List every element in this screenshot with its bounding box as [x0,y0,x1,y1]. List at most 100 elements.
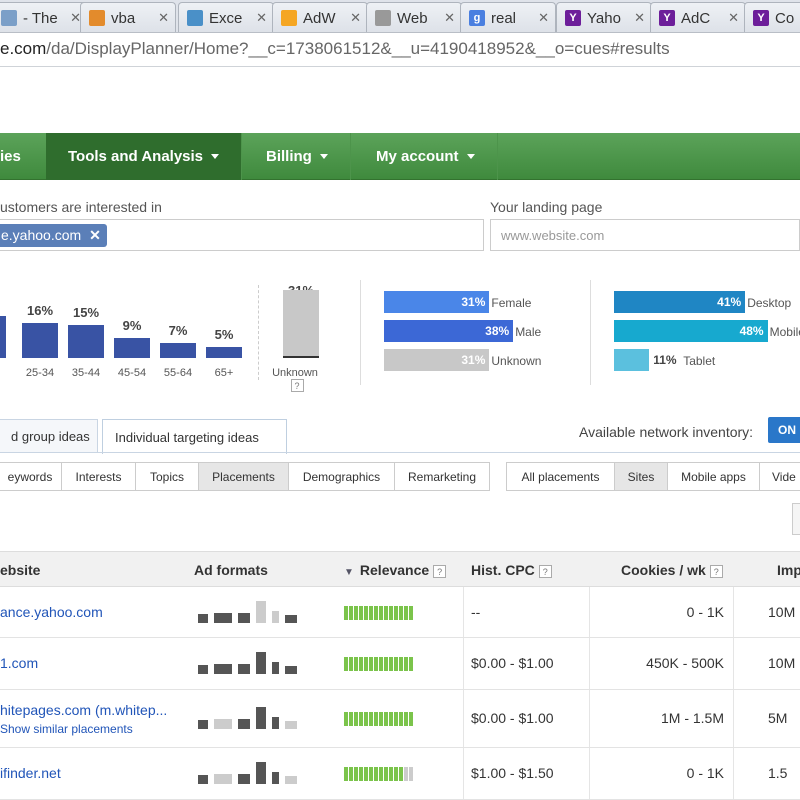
close-icon[interactable]: ✕ [444,10,455,26]
col-hist-cpc[interactable]: Hist. CPC? [471,562,552,578]
seg-label: eywords [7,469,53,484]
stack-icon [89,10,105,26]
page-icon [375,10,391,26]
relevance-segment [384,712,388,726]
nav-item-billing[interactable]: Billing [244,133,351,180]
url-text[interactable]: e.com/da/DisplayPlanner/Home?__c=1738061… [0,39,670,59]
nav-item-campaigns[interactable]: ies [0,133,50,180]
divider [360,280,361,385]
browser-tab[interactable]: vba ✕ [80,2,176,32]
table-row: 1.com $0.00 - $1.00 450K - 500K 10M [0,638,800,690]
seg-demographics[interactable]: Demographics [288,462,395,491]
mobile-icon [272,610,279,623]
browser-tab[interactable]: AdW ✕ [272,2,368,32]
browser-tab-label: Co [775,9,795,27]
browser-tab[interactable]: Exce ✕ [178,2,274,32]
col-cookies[interactable]: Cookies / wk? [621,562,723,578]
close-icon[interactable]: ✕ [728,10,739,26]
relevance-segment [369,657,373,671]
col-relevance[interactable]: ▼ Relevance? [344,562,447,578]
seg-all-placements[interactable]: All placements [506,462,615,491]
inventory-toggle[interactable]: ON [768,417,800,443]
seg-label: Topics [149,469,184,484]
col-label: Relevance [359,562,430,578]
caret-down-icon [211,154,220,159]
age-label: 24 [0,367,13,379]
relevance-segment [409,657,413,671]
seg-label: Placements [212,469,275,484]
device-percent: 48% [739,324,764,338]
nav-item-tools[interactable]: Tools and Analysis [46,133,243,180]
seg-mobile-apps[interactable]: Mobile apps [667,462,760,491]
seg-topics[interactable]: Topics [135,462,199,491]
landing-page-label: Your landing page [490,199,603,215]
relevance-segment [409,767,413,781]
age-percent: % [0,296,13,311]
tab-ad-group-ideas[interactable]: d group ideas [0,419,98,453]
col-website[interactable]: ebsite [0,562,40,578]
image-ad-icon [214,664,232,674]
close-icon[interactable]: ✕ [350,10,361,26]
seg-sites[interactable]: Sites [614,462,668,491]
relevance-segment [379,605,383,620]
help-icon[interactable]: ? [709,564,723,578]
help-icon[interactable]: ? [538,564,552,578]
image-ad-icon [214,774,232,784]
close-icon[interactable]: ✕ [89,227,101,243]
placement-link[interactable]: 1.com [0,655,38,671]
tab-underline [0,452,800,453]
col-impressions[interactable]: Imp [777,562,800,578]
image-ad-icon [238,664,250,674]
tab-individual-targeting-ideas[interactable]: Individual targeting ideas [102,419,287,454]
hist-cpc: -- [471,603,481,620]
address-bar[interactable]: e.com/da/DisplayPlanner/Home?__c=1738061… [0,33,800,67]
yahoo-icon: Y [565,10,581,26]
show-similar-link[interactable]: Show similar placements [0,722,133,736]
close-icon[interactable]: ✕ [538,10,549,26]
add-button[interactable] [792,503,800,535]
help-icon[interactable]: ? [433,564,447,578]
cookies-per-week: 0 - 1K [686,603,724,620]
relevance-segment [354,605,358,620]
close-icon[interactable]: ✕ [256,10,267,26]
gender-bar: 31% [384,349,490,371]
browser-tab[interactable]: Y AdC ✕ [650,2,746,32]
browser-tab[interactable]: - The ✕ [0,2,88,32]
seg-label: Interests [75,469,122,484]
age-bar [206,347,242,358]
placement-link[interactable]: ifinder.net [0,765,61,781]
col-ad-formats[interactable]: Ad formats [194,562,268,578]
relevance-segment [344,712,348,726]
seg-remarketing[interactable]: Remarketing [394,462,490,491]
tab-label: d group ideas [11,429,90,444]
relevance-segment [349,657,353,671]
seg-placements[interactable]: Placements [198,462,289,491]
close-icon[interactable]: ✕ [634,10,645,26]
seg-label: Demographics [302,469,381,484]
browser-tab[interactable]: Web ✕ [366,2,462,32]
relevance-segment [404,712,408,726]
placement-link[interactable]: hitepages.com (m.whitep... [0,702,167,718]
interest-field[interactable]: e.yahoo.com ✕ [0,219,484,251]
seg-video[interactable]: Vide [759,462,800,491]
impressions: 5M [768,710,788,726]
landing-page-field[interactable]: www.website.com [490,219,800,251]
seg-label: Vide [772,469,796,484]
relevance-segment [359,657,363,671]
close-icon[interactable]: ✕ [158,10,169,26]
nav-item-account[interactable]: My account [354,133,498,180]
browser-tab[interactable]: YCo✕ [744,2,800,32]
seg-keywords[interactable]: eywords [0,462,62,491]
relevance-segment [404,657,408,671]
relevance-segment [389,605,393,620]
gender-label: Unknown [491,354,542,368]
placement-link[interactable]: ance.yahoo.com [0,604,103,620]
device-bar: 48% [614,320,768,342]
browser-tab[interactable]: g real ✕ [460,2,556,32]
tab-label: Individual targeting ideas [115,429,259,445]
interest-chip[interactable]: e.yahoo.com ✕ [0,224,107,247]
browser-tab-label: Yaho [587,9,621,27]
help-icon[interactable]: ? [290,379,304,392]
browser-tab[interactable]: Y Yaho ✕ [556,2,652,32]
seg-interests[interactable]: Interests [61,462,136,491]
